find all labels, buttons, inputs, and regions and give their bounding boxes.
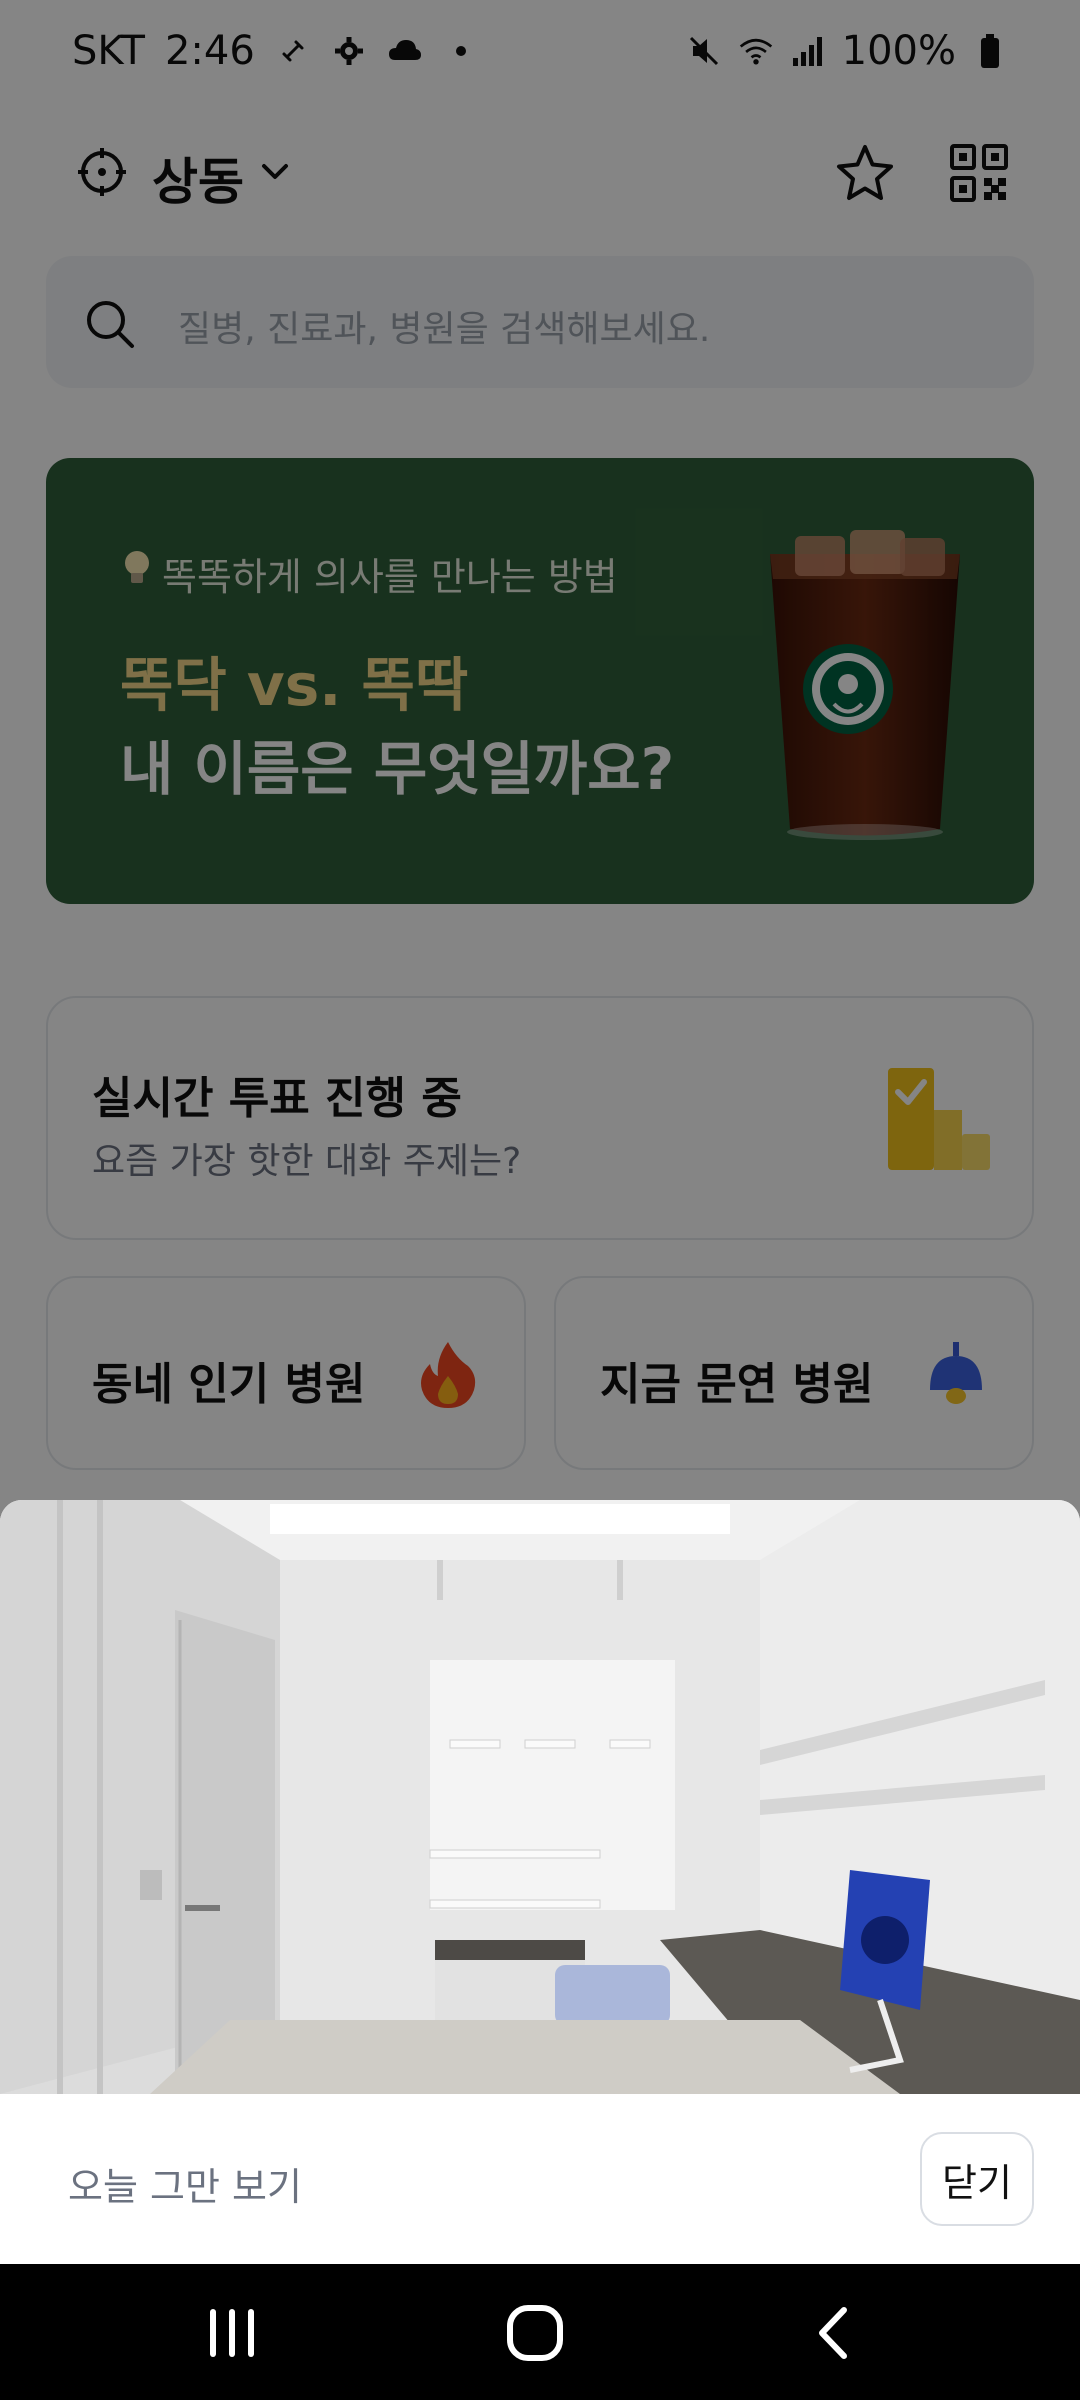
back-icon[interactable] <box>800 2298 870 2368</box>
recent-apps-icon[interactable] <box>197 2298 267 2368</box>
close-button[interactable]: 닫기 <box>920 2132 1034 2226</box>
home-icon[interactable] <box>500 2298 570 2368</box>
dont-show-today-button[interactable]: 오늘 그만 보기 <box>68 2156 302 2211</box>
clinic-room-image[interactable] <box>0 1500 1080 2094</box>
system-nav-bar <box>0 2264 1080 2400</box>
app-screen: SKT 2:46 100% 상동 질병, 진료과, 병원을 검색해보세요. 똑똑… <box>0 0 1080 2400</box>
popup-footer: 오늘 그만 보기 닫기 <box>0 2094 1080 2264</box>
popup-bottom-sheet: 오늘 그만 보기 닫기 <box>0 1500 1080 2264</box>
